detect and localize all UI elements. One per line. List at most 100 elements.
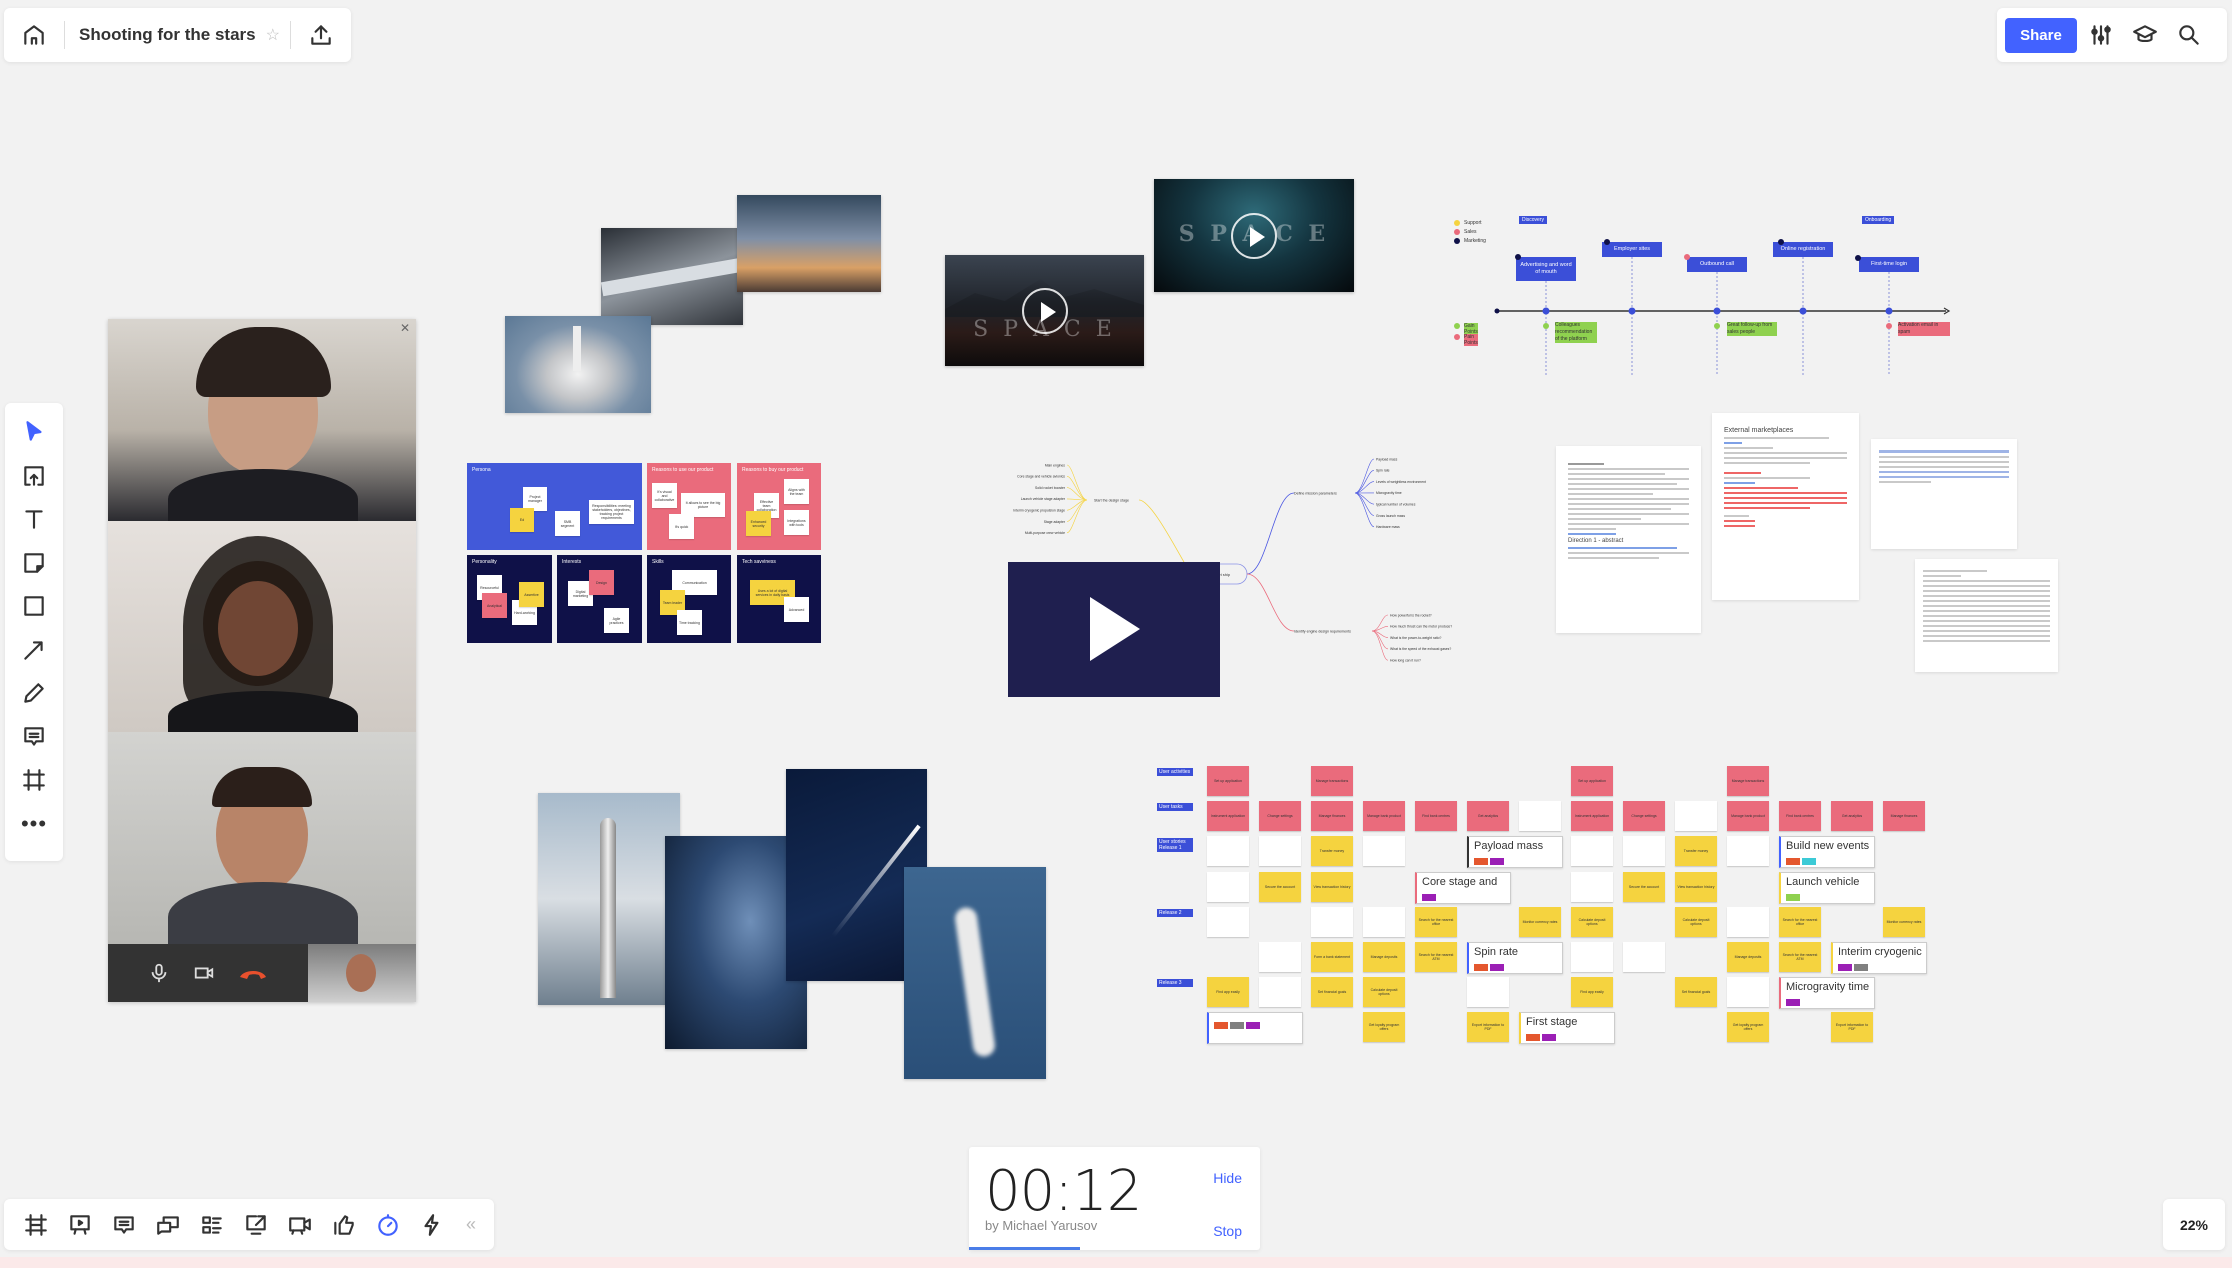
- pen-icon[interactable]: [14, 673, 54, 713]
- zoom-level-indicator[interactable]: 22%: [2163, 1199, 2225, 1250]
- voting-thumbs-up-icon[interactable]: [322, 1205, 366, 1245]
- story-card[interactable]: Manage bank product: [1363, 801, 1405, 832]
- story-card-wide[interactable]: Interim cryogenic: [1831, 942, 1927, 974]
- story-card-wide[interactable]: Core stage and: [1415, 871, 1511, 904]
- sticky-note[interactable]: Design: [589, 570, 614, 595]
- presentation-icon[interactable]: [58, 1205, 102, 1245]
- timeline-step[interactable]: Advertising and word of mouth: [1516, 257, 1576, 281]
- story-card[interactable]: Form a bank statement: [1311, 942, 1353, 972]
- story-card-wide[interactable]: Spin rate: [1467, 942, 1563, 974]
- story-card[interactable]: Monitor currency rates: [1519, 906, 1561, 937]
- search-icon[interactable]: [2169, 15, 2209, 55]
- upload-tool-icon[interactable]: [14, 456, 54, 496]
- upload-icon[interactable]: [301, 15, 341, 55]
- document-external-marketplaces[interactable]: External marketplaces: [1712, 413, 1859, 600]
- smoke-trail-photo[interactable]: [904, 867, 1046, 1079]
- play-icon[interactable]: [1090, 597, 1140, 661]
- story-card-blank[interactable]: [1259, 942, 1301, 972]
- share-button[interactable]: Share: [2005, 17, 2077, 53]
- spreadsheet-table[interactable]: [1915, 559, 2058, 672]
- story-card[interactable]: Search for the nearest ATM: [1415, 942, 1457, 972]
- story-card[interactable]: Search for the nearest office: [1415, 906, 1457, 937]
- story-card-wide[interactable]: Launch vehicle: [1779, 871, 1875, 904]
- story-card[interactable]: Monitor currency rates: [1883, 906, 1925, 937]
- play-icon[interactable]: [1231, 212, 1277, 259]
- story-card-wide[interactable]: [1207, 1012, 1303, 1045]
- close-icon[interactable]: ✕: [400, 321, 410, 335]
- story-card-blank[interactable]: [1467, 977, 1509, 1008]
- sticky-note[interactable]: Aligns with the team: [784, 479, 809, 504]
- story-card-blank[interactable]: [1363, 836, 1405, 867]
- story-card[interactable]: Export information to PDF: [1467, 1012, 1509, 1043]
- camera-icon[interactable]: [192, 962, 216, 984]
- space-video-ocean[interactable]: S P A C E: [1154, 179, 1354, 292]
- story-card[interactable]: Instrument application: [1571, 801, 1613, 832]
- comment-icon[interactable]: [14, 717, 54, 757]
- story-card[interactable]: Set up application: [1571, 766, 1613, 796]
- story-card[interactable]: Manage transactions: [1727, 766, 1769, 796]
- settings-sliders-icon[interactable]: [2081, 15, 2121, 55]
- story-card[interactable]: Get loyalty program offers: [1727, 1012, 1769, 1043]
- frames-icon[interactable]: [14, 1205, 58, 1245]
- rocket-hangar-photo[interactable]: [601, 228, 743, 325]
- story-card-blank[interactable]: [1207, 836, 1249, 867]
- story-card[interactable]: Set up application: [1207, 766, 1249, 796]
- video-chat-icon[interactable]: [278, 1205, 322, 1245]
- persona-panel[interactable]: Reasons to buy our product Effective team…: [737, 463, 821, 550]
- story-card-blank[interactable]: [1207, 871, 1249, 902]
- story-card[interactable]: Change settings: [1259, 801, 1301, 832]
- story-card[interactable]: Calculate deposit options: [1571, 906, 1613, 937]
- story-card[interactable]: Transfer money: [1675, 836, 1717, 867]
- sticky-note[interactable]: Ed: [510, 508, 534, 532]
- story-card[interactable]: Set financial goals: [1311, 977, 1353, 1008]
- embedded-video-player[interactable]: [1008, 562, 1220, 697]
- story-card-blank[interactable]: [1571, 836, 1613, 867]
- persona-panel[interactable]: Interests Digital marketing Design Agile pr…: [557, 555, 642, 643]
- play-icon[interactable]: [1021, 287, 1068, 334]
- timeline-step[interactable]: Outbound call: [1687, 257, 1747, 272]
- sticky-note[interactable]: SMB segment: [555, 511, 580, 536]
- screen-share-icon[interactable]: [234, 1205, 278, 1245]
- story-card[interactable]: Find app easily: [1571, 977, 1613, 1008]
- persona-panel[interactable]: Skills Communication Team leader Time track…: [647, 555, 731, 643]
- persona-panel[interactable]: Persona Project manager Ed SMB segment Respo…: [467, 463, 642, 550]
- story-card-blank[interactable]: [1311, 906, 1353, 937]
- sticky-note-icon[interactable]: [14, 543, 54, 583]
- story-card[interactable]: Find bank centres: [1415, 801, 1457, 832]
- story-card[interactable]: Find app easily: [1207, 977, 1249, 1008]
- board-outline-icon[interactable]: [190, 1205, 234, 1245]
- story-card-blank[interactable]: [1727, 836, 1769, 867]
- story-card[interactable]: Manage deposits: [1363, 942, 1405, 972]
- sticky-note[interactable]: It's visual and collaborative: [652, 483, 677, 508]
- star-icon[interactable]: ☆: [266, 25, 280, 45]
- story-card[interactable]: Secure the account: [1623, 871, 1665, 902]
- hide-timer-button[interactable]: Hide: [1213, 1170, 1242, 1186]
- story-card[interactable]: Set financial goals: [1675, 977, 1717, 1008]
- frame-icon[interactable]: [14, 760, 54, 800]
- arrow-line-icon[interactable]: [14, 630, 54, 670]
- cards-chat-icon[interactable]: [146, 1205, 190, 1245]
- rocket-liftoff-smoke-photo[interactable]: [505, 316, 651, 413]
- shape-rectangle-icon[interactable]: [14, 586, 54, 626]
- story-card[interactable]: Manage finances: [1311, 801, 1353, 832]
- collapse-toolbar-icon[interactable]: «: [466, 1214, 476, 1235]
- story-card-blank[interactable]: [1207, 906, 1249, 937]
- sticky-note[interactable]: Assertive: [519, 582, 544, 607]
- sticky-note[interactable]: Advanced: [784, 597, 809, 622]
- story-card[interactable]: Search for the nearest ATM: [1779, 942, 1821, 972]
- persona-panel[interactable]: Personality Resourceful Analytical Hard-wor…: [467, 555, 552, 643]
- comments-icon[interactable]: [102, 1205, 146, 1245]
- story-card[interactable]: Change settings: [1623, 801, 1665, 832]
- story-card-wide[interactable]: Payload mass: [1467, 836, 1563, 869]
- story-card-blank[interactable]: [1363, 906, 1405, 937]
- story-card-blank[interactable]: [1623, 942, 1665, 972]
- sticky-note[interactable]: Enhanced security: [746, 511, 771, 536]
- sticky-note[interactable]: It's quick: [669, 514, 694, 539]
- sticky-note[interactable]: Responsibilities: meeting stakeholders, …: [589, 500, 634, 524]
- space-video-mountains[interactable]: S P A C E: [945, 255, 1144, 366]
- sticky-note[interactable]: Integrations with tools: [784, 510, 809, 535]
- timeline-step[interactable]: First-time login: [1859, 257, 1919, 272]
- timeline-step[interactable]: Employer sites: [1602, 242, 1662, 257]
- story-card[interactable]: Calculate deposit options: [1675, 906, 1717, 937]
- hang-up-icon[interactable]: [238, 965, 268, 981]
